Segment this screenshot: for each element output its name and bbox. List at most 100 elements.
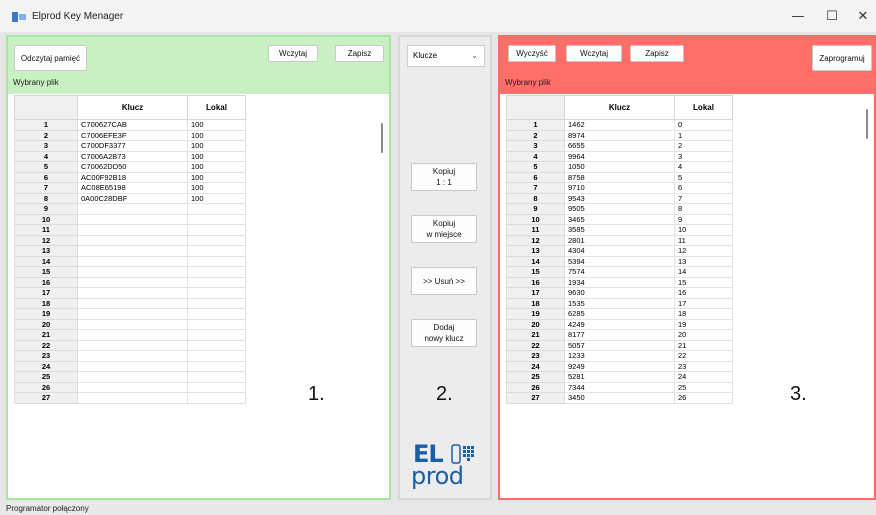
left-col-header-key[interactable]: Klucz [77, 95, 188, 120]
right-row-header[interactable]: 23 [506, 350, 565, 362]
left-table-row[interactable]: 10 [14, 213, 383, 225]
left-row-header[interactable]: 17 [14, 287, 78, 299]
right-cell-local[interactable]: 8 [674, 203, 733, 215]
left-table-row[interactable]: 18 [14, 297, 383, 309]
left-cell-local[interactable] [187, 266, 246, 278]
left-col-header-local[interactable]: Lokal [187, 95, 246, 120]
left-cell-local[interactable]: 100 [187, 182, 246, 194]
right-cell-local[interactable]: 2 [674, 140, 733, 152]
left-cell-local[interactable]: 100 [187, 150, 246, 162]
right-table-row[interactable]: 23 1233 22 [506, 350, 868, 362]
left-cell-key[interactable] [77, 381, 188, 393]
right-cell-local[interactable]: 5 [674, 171, 733, 183]
right-row-header[interactable]: 27 [506, 392, 565, 404]
minimize-button[interactable]: — [781, 6, 815, 28]
right-cell-key[interactable]: 7344 [564, 381, 675, 393]
right-row-header[interactable]: 14 [506, 255, 565, 267]
right-row-header[interactable]: 19 [506, 308, 565, 320]
left-cell-local[interactable] [187, 213, 246, 225]
right-save-button[interactable]: Zapisz [630, 45, 684, 62]
right-table-row[interactable]: 3 6655 2 [506, 140, 868, 152]
right-load-button[interactable]: Wczytaj [566, 45, 622, 62]
clear-button[interactable]: Wyczyść [508, 45, 556, 62]
right-table-row[interactable]: 8 9543 7 [506, 192, 868, 204]
right-table-row[interactable]: 22 5057 21 [506, 339, 868, 351]
right-cell-key[interactable]: 4249 [564, 318, 675, 330]
read-memory-button[interactable]: Odczytaj pamięć [14, 45, 87, 71]
remove-button[interactable]: >> Usuń >> [411, 267, 477, 295]
left-row-header[interactable]: 16 [14, 276, 78, 288]
left-load-button[interactable]: Wczytaj [268, 45, 318, 62]
right-cell-local[interactable]: 25 [674, 381, 733, 393]
left-row-header[interactable]: 6 [14, 171, 78, 183]
add-key-button[interactable]: Dodaj nowy klucz [411, 319, 477, 347]
right-row-header[interactable]: 21 [506, 329, 565, 341]
left-row-header[interactable]: 27 [14, 392, 78, 404]
left-row-header[interactable]: 26 [14, 381, 78, 393]
left-cell-key[interactable]: AC00F92B18 [77, 171, 188, 183]
left-cell-local[interactable] [187, 224, 246, 236]
left-table-row[interactable]: 22 [14, 339, 383, 351]
right-cell-key[interactable]: 5281 [564, 371, 675, 383]
right-cell-key[interactable]: 9630 [564, 287, 675, 299]
left-cell-local[interactable] [187, 297, 246, 309]
right-table-row[interactable]: 14 5394 13 [506, 255, 868, 267]
left-cell-key[interactable]: C700DF3377 [77, 140, 188, 152]
left-row-header[interactable]: 19 [14, 308, 78, 320]
close-button[interactable]: ✕ [846, 6, 876, 28]
left-table-row[interactable]: 1 C700627CAB 100 [14, 119, 383, 131]
right-row-header[interactable]: 10 [506, 213, 565, 225]
right-cell-key[interactable]: 3465 [564, 213, 675, 225]
right-row-header[interactable]: 6 [506, 171, 565, 183]
left-table-row[interactable]: 26 [14, 381, 383, 393]
right-key-table[interactable]: Klucz Lokal 1 1462 0 2 8974 1 3 6655 2 4 9964 3 5 105… [506, 95, 868, 404]
left-cell-key[interactable] [77, 203, 188, 215]
right-row-header[interactable]: 7 [506, 182, 565, 194]
left-row-header[interactable]: 22 [14, 339, 78, 351]
right-row-header[interactable]: 9 [506, 203, 565, 215]
right-row-header[interactable]: 2 [506, 129, 565, 141]
left-cell-local[interactable] [187, 203, 246, 215]
left-cell-local[interactable] [187, 318, 246, 330]
right-row-header[interactable]: 24 [506, 360, 565, 372]
left-table-row[interactable]: 21 [14, 329, 383, 341]
right-row-header[interactable]: 4 [506, 150, 565, 162]
right-cell-local[interactable]: 11 [674, 234, 733, 246]
right-cell-local[interactable]: 0 [674, 119, 733, 131]
left-table-row[interactable]: 7 AC08E65198 100 [14, 182, 383, 194]
left-table-row[interactable]: 8 0A00C28DBF 100 [14, 192, 383, 204]
right-cell-local[interactable]: 26 [674, 392, 733, 404]
left-row-header[interactable]: 25 [14, 371, 78, 383]
right-cell-key[interactable]: 9543 [564, 192, 675, 204]
right-table-row[interactable]: 4 9964 3 [506, 150, 868, 162]
left-cell-key[interactable] [77, 360, 188, 372]
right-col-header-key[interactable]: Klucz [564, 95, 675, 120]
right-row-header[interactable]: 17 [506, 287, 565, 299]
right-table-row[interactable]: 11 3585 10 [506, 224, 868, 236]
right-cell-local[interactable]: 19 [674, 318, 733, 330]
left-scrollbar[interactable] [381, 123, 383, 153]
left-table-row[interactable]: 3 C700DF3377 100 [14, 140, 383, 152]
right-cell-local[interactable]: 13 [674, 255, 733, 267]
right-cell-local[interactable]: 18 [674, 308, 733, 320]
right-cell-key[interactable]: 8974 [564, 129, 675, 141]
right-cell-local[interactable]: 23 [674, 360, 733, 372]
right-cell-local[interactable]: 20 [674, 329, 733, 341]
right-cell-local[interactable]: 9 [674, 213, 733, 225]
right-table-row[interactable]: 7 9710 6 [506, 182, 868, 194]
right-cell-key[interactable]: 1535 [564, 297, 675, 309]
left-cell-local[interactable] [187, 276, 246, 288]
right-table-row[interactable]: 20 4249 19 [506, 318, 868, 330]
left-table-row[interactable]: 19 [14, 308, 383, 320]
left-key-table[interactable]: Klucz Lokal 1 C700627CAB 100 2 C7006EFE3F 100… [14, 95, 383, 404]
left-table-row[interactable]: 4 C7006A2B73 100 [14, 150, 383, 162]
left-row-header[interactable]: 8 [14, 192, 78, 204]
left-cell-key[interactable] [77, 339, 188, 351]
right-row-header[interactable]: 3 [506, 140, 565, 152]
right-cell-key[interactable]: 5394 [564, 255, 675, 267]
left-cell-local[interactable] [187, 308, 246, 320]
left-row-header[interactable]: 9 [14, 203, 78, 215]
left-save-button[interactable]: Zapisz [335, 45, 384, 62]
right-cell-key[interactable]: 1233 [564, 350, 675, 362]
right-cell-key[interactable]: 1462 [564, 119, 675, 131]
